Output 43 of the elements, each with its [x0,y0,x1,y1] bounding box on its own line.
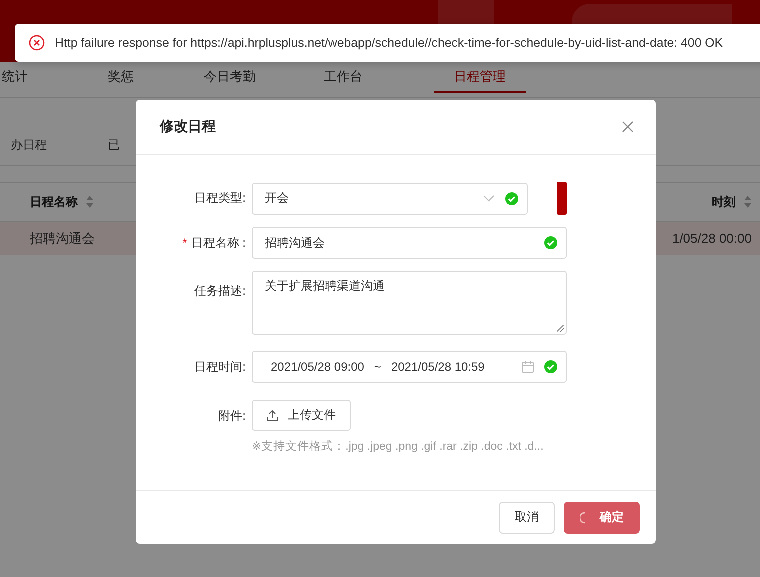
sort-icon [744,196,752,208]
cancel-button[interactable]: 取消 [499,502,555,534]
range-separator: ~ [374,360,382,374]
field-label: 任务描述: [194,284,246,298]
end-date: 2021/05/28 10:59 [391,360,485,374]
field-value: 关于扩展招聘渠道沟通 [265,278,385,295]
description-field[interactable]: 关于扩展招聘渠道沟通 [252,271,567,335]
chevron-down-icon [483,194,495,202]
column-header[interactable]: 日程名称 [30,194,94,210]
tab[interactable]: 今日考勤 [204,62,324,92]
start-date: 2021/05/28 09:00 [271,360,364,374]
upload-hint: ※支持文件格式：.jpg .jpeg .png .gif .rar .zip .doc .txt .d... [252,440,544,454]
toast-message: Http failure response for https://api.hrplusplus.net/webapp/schedule//check-time-for-schedule-by-uid-list-and-date: 400 OK [55,36,724,50]
error-icon [29,35,45,51]
field-value: 招聘沟通会 [265,234,325,252]
tab[interactable]: 工作台 [324,62,434,92]
date-range-field[interactable]: 2021/05/28 09:00 ~ 2021/05/28 10:59 [252,351,567,383]
type-select[interactable]: 开会 [252,182,528,214]
column-title: 时刻 [712,194,736,210]
upload-button[interactable]: 上传文件 [252,400,351,431]
upload-icon [267,410,278,421]
calendar-icon [522,361,534,373]
tab[interactable]: 统计 [2,62,108,92]
sort-icon [86,196,94,208]
confirm-button[interactable]: 确定 [564,502,640,534]
color-swatch[interactable] [557,182,567,215]
resize-handle-icon [557,325,564,332]
field-label: 日程名称 : [191,236,246,250]
required-mark: * [182,236,188,250]
field-label: 日程类型: [194,191,246,205]
field-label: 附件: [218,409,246,423]
table-cell: 招聘沟通会 [30,230,95,248]
tab[interactable]: 奖惩 [108,62,204,92]
select-value: 开会 [265,190,289,207]
dialog-title: 修改日程 [160,118,216,136]
table-cell: 1/05/28 00:00 [672,231,752,246]
field-label: 日程时间: [194,360,246,374]
sub-tab[interactable]: 已 [108,137,120,154]
sub-tab[interactable]: 办日程 [11,137,108,154]
name-field[interactable]: 招聘沟通会 [252,227,567,259]
column-header[interactable]: 时刻 [712,194,752,210]
close-icon[interactable] [622,121,634,133]
column-title: 日程名称 [30,194,78,210]
